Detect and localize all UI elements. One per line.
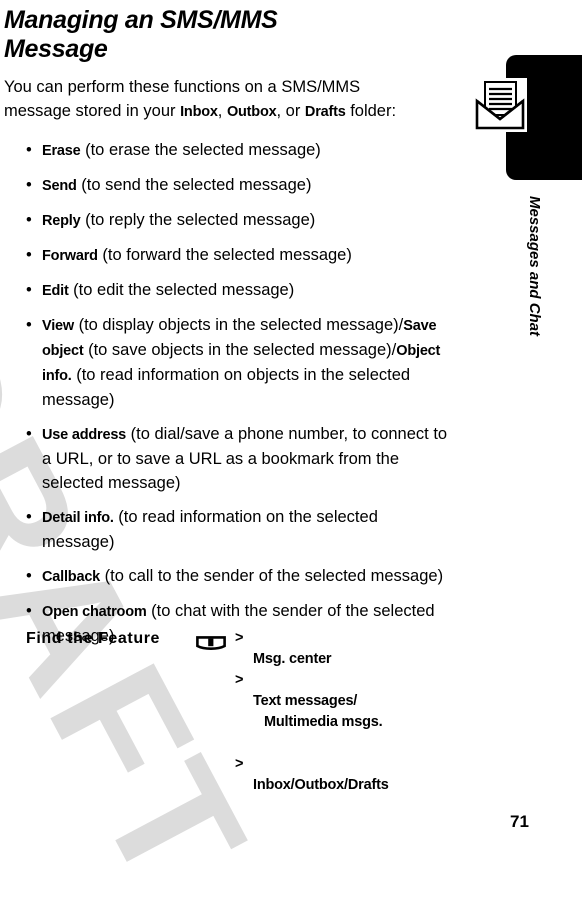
feature-step: > Text messages/Multimedia msgs. — [235, 670, 485, 754]
list-item: • View (to display objects in the selecte… — [0, 313, 452, 412]
folder-drafts: Drafts — [304, 104, 346, 120]
function-term: Open chatroom — [42, 604, 147, 620]
function-desc-3: (to read information on objects in the s… — [42, 366, 411, 409]
list-item: • Edit (to edit the selected message) — [0, 278, 452, 303]
bullet-icon: • — [26, 508, 32, 526]
chevron-right-icon: > — [235, 630, 244, 646]
chevron-right-icon: > — [235, 672, 244, 688]
function-term: View — [42, 318, 74, 334]
function-term: Edit — [42, 283, 69, 299]
chevron-right-icon: > — [235, 756, 244, 772]
page-number: 71 — [510, 812, 529, 831]
intro-sep-2: , or — [276, 102, 305, 120]
function-term: Use address — [42, 427, 127, 443]
function-desc: (to send the selected message) — [76, 176, 312, 194]
function-term: Forward — [42, 248, 98, 264]
bullet-icon: • — [26, 141, 32, 159]
intro-tail: folder: — [345, 102, 397, 120]
bullet-icon: • — [26, 567, 32, 585]
bullet-icon: • — [26, 602, 32, 620]
function-desc: (to display objects in the selected mess… — [73, 316, 404, 334]
bullet-icon: • — [26, 281, 32, 299]
function-term: Detail info. — [42, 510, 114, 526]
find-the-feature-steps: > Msg. center > Text messages/Multimedia m… — [235, 628, 485, 796]
bullet-icon: • — [26, 176, 32, 194]
page-content: Managing an SMS/MMS Message You can perf… — [0, 0, 500, 648]
list-item: • Callback (to call to the sender of the … — [0, 564, 452, 589]
feature-step: > Msg. center — [235, 628, 485, 670]
list-item: • Reply (to reply the selected message) — [0, 208, 452, 233]
function-term: Send — [42, 178, 77, 194]
bullet-icon: • — [26, 211, 32, 229]
list-item: • Use address (to dial/save a phone numbe… — [0, 422, 452, 495]
function-term: Reply — [42, 213, 81, 229]
function-list: • Erase (to erase the selected message) •… — [0, 138, 500, 648]
bullet-icon: • — [26, 316, 32, 334]
list-item: • Erase (to erase the selected message) — [0, 138, 452, 163]
bullet-icon: • — [26, 425, 32, 443]
page-title: Managing an SMS/MMS Message — [4, 6, 278, 63]
intro-paragraph: You can perform these functions on a SMS… — [0, 64, 404, 124]
function-desc-2: (to save objects in the selected message… — [83, 341, 397, 359]
envelope-icon — [473, 78, 527, 132]
menu-key-icon — [196, 636, 226, 650]
chapter-label: Messages and Chat — [526, 196, 543, 337]
function-desc: (to call to the sender of the selected m… — [100, 567, 444, 585]
feature-step-text: Text messages/ — [253, 693, 358, 709]
function-desc: (to reply the selected message) — [80, 211, 316, 229]
function-desc: (to forward the selected message) — [97, 246, 352, 264]
feature-step-text: Msg. center — [253, 651, 332, 667]
function-term: Erase — [42, 143, 81, 159]
function-term: Callback — [42, 569, 101, 585]
bullet-icon: • — [26, 246, 32, 264]
folder-inbox: Inbox — [180, 104, 218, 120]
function-desc: (to edit the selected message) — [68, 281, 295, 299]
intro-sep-1: , — [217, 102, 227, 120]
feature-step-text-cont: Multimedia msgs. — [264, 714, 383, 730]
find-the-feature-label: Find the Feature — [26, 630, 161, 647]
list-item: • Send (to send the selected message) — [0, 173, 452, 198]
list-item: • Detail info. (to read information on th… — [0, 505, 452, 554]
function-desc: (to erase the selected message) — [80, 141, 321, 159]
feature-step-text: Inbox/Outbox/Drafts — [253, 777, 389, 793]
list-item: • Forward (to forward the selected messag… — [0, 243, 452, 268]
feature-step: > Inbox/Outbox/Drafts — [235, 754, 485, 796]
folder-outbox: Outbox — [226, 104, 277, 120]
